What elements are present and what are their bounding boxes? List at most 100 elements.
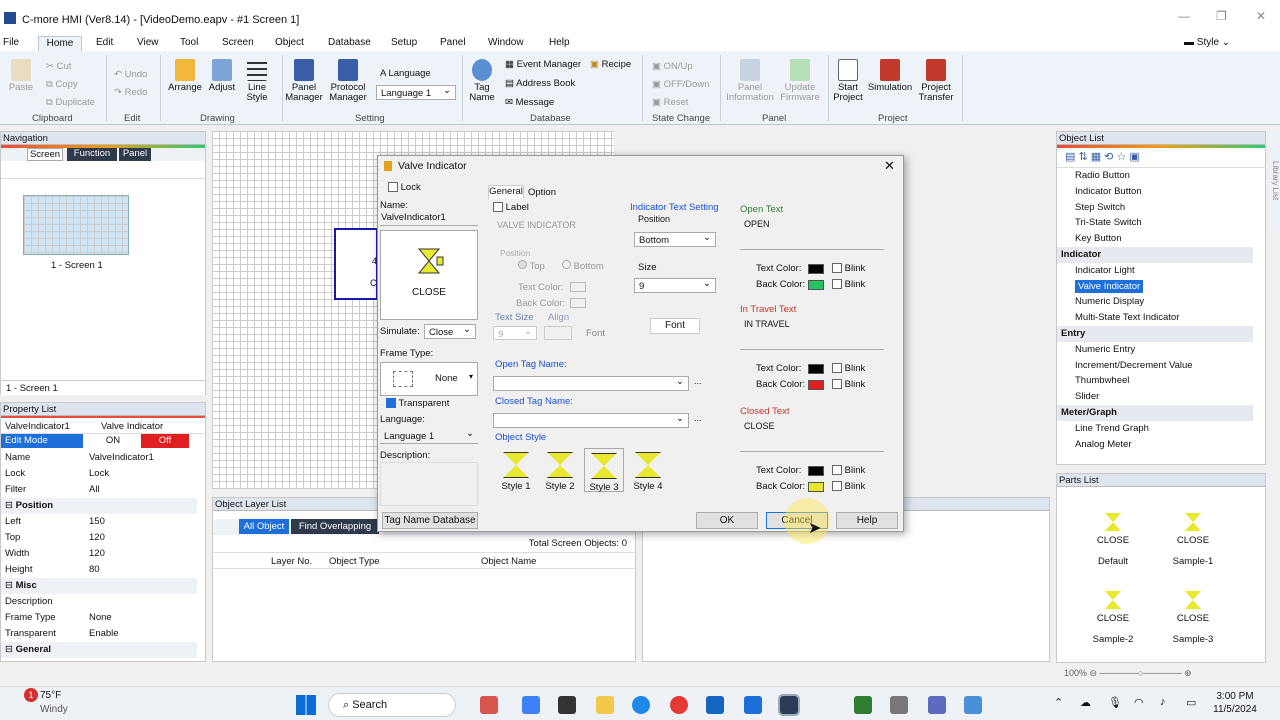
panel-information-button[interactable]: Panel Information bbox=[724, 59, 776, 103]
indicator-position-select[interactable]: Bottom bbox=[634, 232, 716, 247]
object-list-item[interactable]: Indicator Button bbox=[1057, 184, 1253, 200]
valve-indicator-object[interactable]: 4 C bbox=[334, 228, 378, 300]
object-list-item[interactable]: Analog Meter bbox=[1057, 437, 1253, 453]
col-object-type[interactable]: Object Type bbox=[329, 556, 380, 567]
property-row[interactable]: Name ValveIndicator1 bbox=[1, 450, 197, 466]
taskbar-tool-icon[interactable] bbox=[890, 696, 908, 714]
taskbar-copilot-icon[interactable] bbox=[522, 696, 540, 714]
menu-tool[interactable]: Tool bbox=[180, 37, 198, 48]
taskbar-terminal-icon[interactable] bbox=[558, 696, 576, 714]
closed-tag-select[interactable] bbox=[493, 413, 689, 428]
protocol-manager-button[interactable]: Protocol Manager bbox=[326, 59, 370, 103]
ok-button[interactable]: OK bbox=[696, 512, 758, 529]
part-item[interactable]: CLOSE Sample-1 bbox=[1153, 495, 1233, 569]
object-list-item[interactable]: Numeric Display bbox=[1057, 294, 1253, 310]
menu-object[interactable]: Object bbox=[275, 37, 304, 48]
taskbar-mail-icon[interactable] bbox=[706, 696, 724, 714]
object-list-item[interactable]: Radio Button bbox=[1057, 168, 1253, 184]
label-back-color-swatch[interactable] bbox=[570, 298, 586, 308]
color-swatch[interactable] bbox=[808, 364, 824, 374]
blink-checkbox[interactable]: Blink bbox=[832, 363, 865, 374]
update-firmware-button[interactable]: Update Firmware bbox=[778, 59, 822, 103]
address-book-button[interactable]: ▤ Address Book bbox=[505, 78, 575, 89]
object-category[interactable]: Indicator bbox=[1057, 247, 1253, 263]
object-list-item[interactable]: Line Trend Graph bbox=[1057, 421, 1253, 437]
property-row[interactable]: Height 80 bbox=[1, 562, 197, 578]
redo-button[interactable]: ↷ Redo bbox=[114, 87, 147, 98]
dialog-language-select[interactable]: Language 1 bbox=[380, 428, 478, 444]
copy-button[interactable]: ⧉ Copy bbox=[46, 79, 78, 90]
tab-function[interactable]: Function bbox=[67, 148, 117, 161]
closed-tag-browse-button[interactable]: ... bbox=[694, 413, 702, 423]
arrange-button[interactable]: Arrange bbox=[166, 59, 204, 93]
minimize-button[interactable]: — bbox=[1178, 9, 1190, 23]
language-select[interactable]: Language 1 bbox=[376, 85, 456, 100]
object-category[interactable]: Meter/Graph bbox=[1057, 405, 1253, 421]
property-row[interactable]: Filter All bbox=[1, 482, 197, 498]
part-item[interactable]: CLOSE Sample-2 bbox=[1073, 573, 1153, 647]
message-button[interactable]: ✉ Message bbox=[505, 97, 554, 108]
tab-screen[interactable]: Screen bbox=[27, 148, 63, 161]
property-row[interactable]: Left 150 bbox=[1, 514, 197, 530]
tray-volume-icon[interactable]: ♪ bbox=[1160, 696, 1166, 708]
label-text-size-select[interactable]: 9 bbox=[493, 326, 537, 340]
property-object-type[interactable]: Valve Indicator bbox=[101, 421, 163, 432]
taskbar-cmore-icon[interactable] bbox=[778, 694, 800, 716]
maximize-button[interactable]: ❐ bbox=[1216, 9, 1227, 23]
tab-general[interactable]: General bbox=[488, 185, 524, 199]
description-input[interactable] bbox=[380, 462, 478, 506]
state-text-input[interactable]: CLOSE bbox=[740, 418, 884, 452]
color-swatch[interactable] bbox=[808, 466, 824, 476]
recipe-button[interactable]: ▣ Recipe bbox=[590, 59, 631, 70]
taskbar-app-icon[interactable] bbox=[480, 696, 498, 714]
event-manager-button[interactable]: ▦ Event Manager bbox=[505, 59, 581, 70]
col-layer-no[interactable]: Layer No. bbox=[271, 556, 312, 567]
off-down-button[interactable]: ▣ OFF/Down bbox=[652, 79, 710, 90]
menu-file[interactable]: File bbox=[3, 37, 19, 48]
object-list-item[interactable]: Multi-State Text Indicator bbox=[1057, 310, 1253, 326]
property-row[interactable]: Width 120 bbox=[1, 546, 197, 562]
tray-wifi-icon[interactable]: ◠ bbox=[1134, 696, 1144, 709]
indicator-size-select[interactable]: 9 bbox=[634, 278, 716, 293]
duplicate-button[interactable]: ⧉ Duplicate bbox=[46, 97, 95, 108]
panel-manager-button[interactable]: Panel Manager bbox=[284, 59, 324, 103]
zoom-bar[interactable]: 100% ⊖ ──────○────── ⊕ bbox=[1060, 664, 1266, 682]
lock-checkbox[interactable]: Lock bbox=[388, 182, 421, 193]
paste-button[interactable]: Paste bbox=[6, 59, 36, 93]
library-list-tab[interactable]: Library List bbox=[1268, 131, 1280, 231]
style-menu[interactable]: ▬ Style ⌄ bbox=[1184, 37, 1230, 48]
tab-all-object[interactable]: All Object bbox=[239, 519, 289, 534]
blink-checkbox[interactable]: Blink bbox=[832, 279, 865, 290]
tag-name-database-button[interactable]: Tag Name Database bbox=[382, 512, 478, 529]
menu-panel[interactable]: Panel bbox=[440, 37, 466, 48]
align-select[interactable] bbox=[544, 326, 572, 340]
taskbar-explorer-icon[interactable] bbox=[596, 696, 614, 714]
object-list-item[interactable]: Indicator Light bbox=[1057, 263, 1253, 279]
tab-panel[interactable]: Panel bbox=[119, 148, 151, 161]
position-bottom-radio[interactable]: Bottom bbox=[562, 260, 604, 272]
object-list-item[interactable]: Key Button bbox=[1057, 231, 1253, 247]
blink-checkbox[interactable]: Blink bbox=[832, 481, 865, 492]
taskbar-app2-icon[interactable] bbox=[964, 696, 982, 714]
dialog-close-button[interactable]: ✕ bbox=[884, 158, 895, 174]
tray-chevron-icon[interactable]: ⌃ bbox=[1054, 696, 1063, 709]
open-tag-select[interactable] bbox=[493, 376, 689, 391]
tab-option[interactable]: Option bbox=[528, 187, 556, 198]
tray-cloud-icon[interactable]: ☁ bbox=[1080, 696, 1091, 709]
close-button[interactable]: ✕ bbox=[1256, 9, 1266, 23]
indicator-font-button[interactable]: Font bbox=[650, 318, 700, 334]
menu-database[interactable]: Database bbox=[328, 37, 371, 48]
blink-checkbox[interactable]: Blink bbox=[832, 263, 865, 274]
tab-find-overlapping[interactable]: Find Overlapping bbox=[291, 519, 379, 534]
simulation-button[interactable]: Simulation bbox=[866, 59, 914, 93]
menu-help[interactable]: Help bbox=[549, 37, 570, 48]
taskbar-edge-icon[interactable] bbox=[632, 696, 650, 714]
property-row[interactable]: Transparent Enable bbox=[1, 626, 197, 642]
part-item[interactable]: CLOSE Sample-3 bbox=[1153, 573, 1233, 647]
simulate-select[interactable]: Close bbox=[424, 324, 476, 339]
tag-name-button[interactable]: Tag Name bbox=[465, 59, 499, 103]
color-swatch[interactable] bbox=[808, 380, 824, 390]
transparent-checkbox[interactable]: Transparent bbox=[386, 398, 449, 409]
state-text-input[interactable]: OPEN bbox=[740, 216, 884, 250]
object-style-option[interactable]: Style 1 bbox=[496, 448, 536, 492]
